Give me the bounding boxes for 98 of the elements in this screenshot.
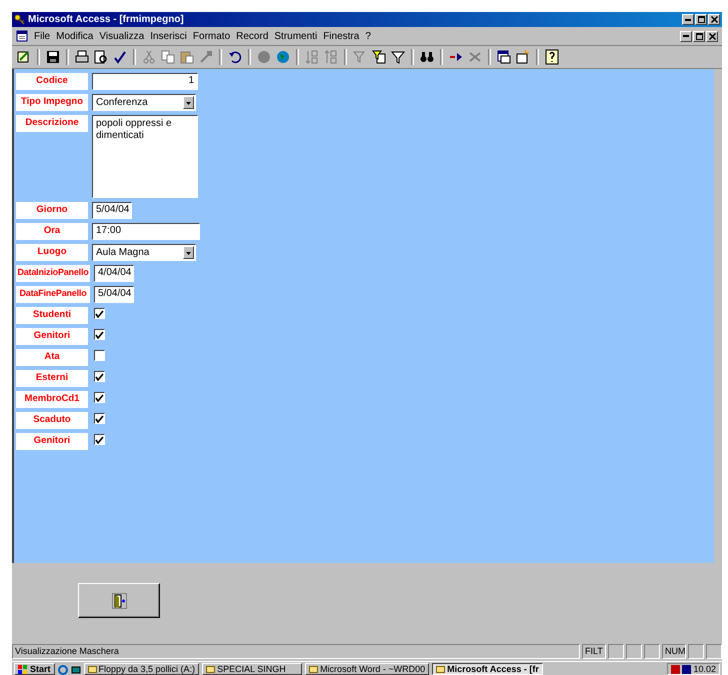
taskbar-button[interactable]: SPECIAL SINGH bbox=[202, 663, 302, 675]
menu-item[interactable]: Modifica bbox=[56, 30, 94, 42]
folder-icon bbox=[206, 665, 216, 673]
menu-item[interactable]: ? bbox=[365, 30, 371, 42]
menu-item[interactable]: File bbox=[34, 30, 50, 42]
checkmark-icon bbox=[95, 436, 104, 444]
folder-icon bbox=[88, 665, 97, 673]
filter-icon[interactable] bbox=[390, 49, 406, 65]
checkmark-icon bbox=[95, 310, 104, 318]
clock: 10.02 bbox=[693, 664, 716, 674]
field-label: Descrizione bbox=[16, 115, 88, 132]
status-panel bbox=[644, 644, 660, 659]
field-label: Scaduto bbox=[16, 412, 88, 429]
folder-icon bbox=[436, 665, 446, 673]
text-area[interactable]: popoli oppressi e dimenticati bbox=[92, 115, 198, 198]
windows-logo-icon bbox=[18, 664, 28, 674]
copy-icon[interactable] bbox=[160, 49, 176, 65]
exit-button[interactable] bbox=[78, 583, 160, 618]
checkbox[interactable] bbox=[94, 392, 105, 403]
field-label: Tipo Impegno bbox=[16, 94, 88, 111]
field-label: DataInizioPanello bbox=[16, 265, 90, 282]
close-button[interactable] bbox=[706, 30, 718, 42]
checkbox[interactable] bbox=[94, 413, 105, 424]
checkbox[interactable] bbox=[94, 434, 105, 445]
print-preview-icon[interactable] bbox=[93, 49, 109, 65]
form-icon[interactable] bbox=[16, 30, 28, 42]
minimize-icon bbox=[683, 35, 689, 37]
status-message: Visualizzazione Maschera bbox=[12, 644, 580, 659]
spelling-icon[interactable] bbox=[112, 49, 128, 65]
print-icon[interactable] bbox=[74, 49, 90, 65]
window-title: Microsoft Access - [frmimpegno] bbox=[28, 14, 184, 25]
field-label: Giorno bbox=[16, 202, 88, 219]
door-icon bbox=[112, 592, 126, 608]
checkmark-icon bbox=[95, 330, 104, 338]
field-label: Esterni bbox=[16, 370, 88, 387]
menu-item[interactable]: Visualizza bbox=[99, 30, 144, 42]
minimize-button[interactable] bbox=[680, 30, 692, 42]
field-label: Codice bbox=[16, 73, 88, 90]
restore-icon bbox=[696, 32, 702, 40]
status-panel bbox=[706, 644, 722, 659]
status-panel bbox=[688, 644, 704, 659]
close-button[interactable] bbox=[708, 14, 720, 25]
field-label: Genitori bbox=[16, 433, 88, 450]
menu-item[interactable]: Inserisci bbox=[150, 30, 187, 42]
field-label: MembroCd1 bbox=[16, 391, 88, 408]
checkmark-icon bbox=[95, 414, 104, 422]
dropdown-field[interactable]: Aula Magna bbox=[92, 244, 196, 261]
input-field[interactable]: 1 bbox=[92, 73, 198, 90]
minimize-button[interactable] bbox=[682, 14, 694, 25]
checkmark-icon bbox=[95, 394, 104, 402]
close-icon bbox=[708, 32, 716, 40]
restore-icon bbox=[698, 16, 704, 23]
input-field[interactable]: 4/04/04 bbox=[94, 265, 134, 282]
taskbar-button[interactable]: Floppy da 3,5 pollici (A:) bbox=[84, 663, 200, 675]
restore-button[interactable] bbox=[695, 14, 707, 25]
tray-icon[interactable] bbox=[671, 664, 692, 674]
save-icon[interactable] bbox=[45, 49, 61, 65]
window-icon[interactable] bbox=[496, 49, 512, 65]
field-label: DataFinePanello bbox=[16, 286, 90, 303]
undo-icon[interactable] bbox=[227, 49, 243, 65]
folder-icon bbox=[309, 665, 318, 673]
filter-form-icon[interactable] bbox=[371, 49, 387, 65]
menu-item[interactable]: Strumenti bbox=[274, 30, 318, 42]
taskbar-button[interactable]: Microsoft Access - [fr bbox=[432, 663, 543, 675]
menu-item[interactable]: Finestra bbox=[323, 30, 360, 42]
status-panel bbox=[608, 644, 624, 659]
checkbox[interactable] bbox=[94, 329, 105, 340]
key-icon bbox=[14, 14, 25, 25]
menu-item[interactable]: Record bbox=[236, 30, 268, 42]
status-panel bbox=[626, 644, 642, 659]
field-label: Luogo bbox=[16, 244, 88, 261]
input-field[interactable]: 5/04/04 bbox=[94, 286, 134, 303]
dropdown-arrow-icon[interactable] bbox=[185, 250, 192, 256]
desktop-icon[interactable] bbox=[70, 665, 81, 675]
close-icon bbox=[710, 16, 718, 23]
input-field[interactable]: 17:00 bbox=[92, 223, 200, 240]
checkbox[interactable] bbox=[94, 371, 105, 382]
field-label: Genitori bbox=[16, 328, 88, 345]
checkbox[interactable] bbox=[94, 350, 105, 361]
checkmark-icon bbox=[95, 372, 104, 380]
status-indicator: FILT bbox=[582, 644, 606, 659]
help-icon[interactable] bbox=[544, 49, 560, 65]
input-field[interactable]: 5/04/04 bbox=[92, 202, 132, 219]
field-label: Ora bbox=[16, 223, 88, 240]
taskbar-button[interactable]: Microsoft Word - ~WRD00 bbox=[305, 663, 430, 675]
checkbox[interactable] bbox=[94, 308, 105, 319]
dropdown-field[interactable]: Conferenza bbox=[92, 94, 196, 111]
binoculars-icon[interactable] bbox=[419, 49, 435, 65]
field-label: Studenti bbox=[16, 307, 88, 324]
restore-button[interactable] bbox=[693, 30, 705, 42]
dropdown-arrow-icon[interactable] bbox=[185, 100, 192, 106]
minimize-icon bbox=[685, 18, 691, 20]
field-label: Ata bbox=[16, 349, 88, 366]
menu-item[interactable]: Formato bbox=[192, 30, 230, 42]
start-button[interactable]: Start bbox=[14, 663, 55, 675]
new-object-icon[interactable] bbox=[515, 49, 531, 65]
status-indicator: NUM bbox=[662, 644, 686, 659]
paste-icon[interactable] bbox=[179, 49, 195, 65]
